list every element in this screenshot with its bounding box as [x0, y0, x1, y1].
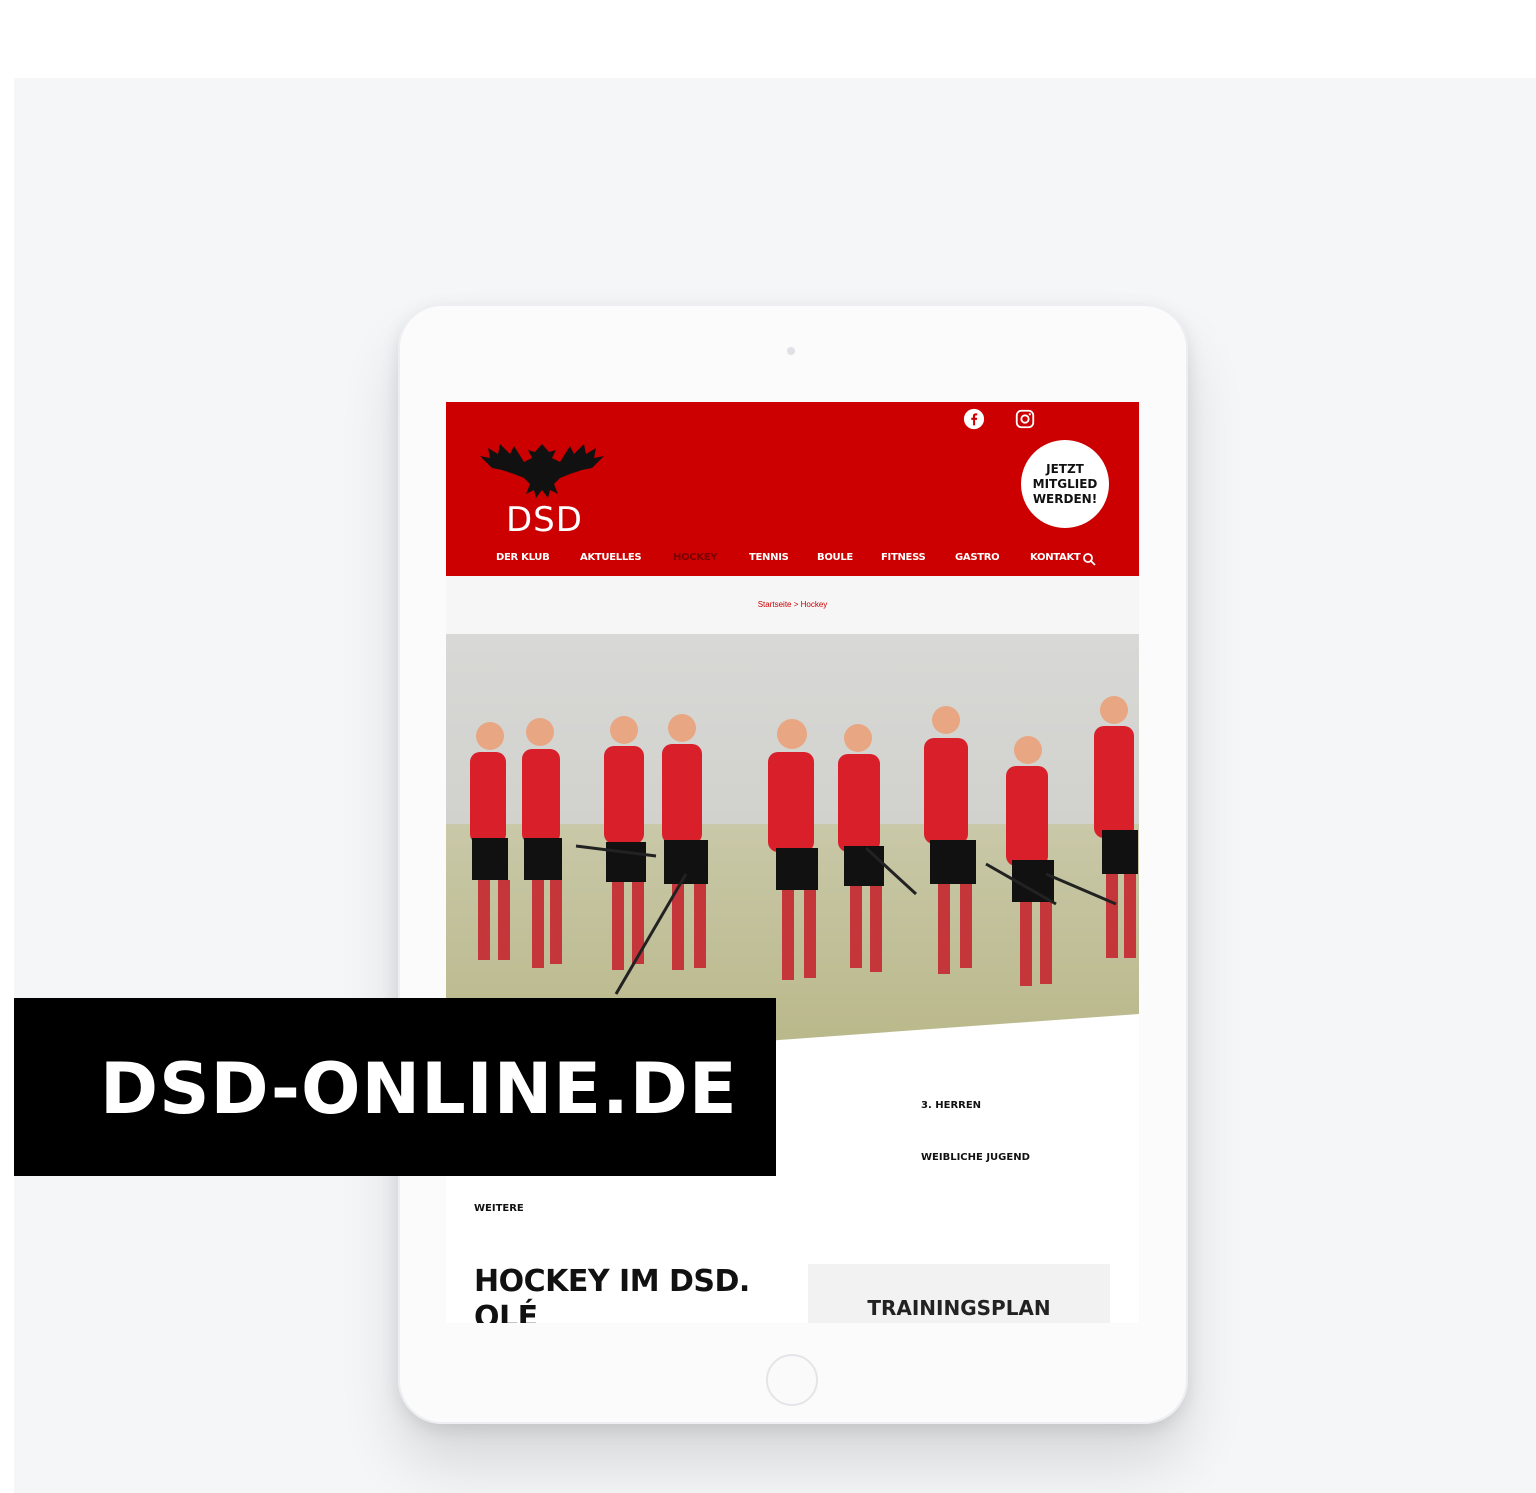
tablet-screen: DSD JETZT MITGLIED WERDEN! DER KLUB AKTU… — [446, 402, 1139, 1323]
main-nav: DER KLUB AKTUELLES HOCKEY TENNIS BOULE F… — [446, 552, 1139, 572]
team-link-weitere[interactable]: WEITERE — [474, 1203, 524, 1214]
facebook-icon[interactable] — [963, 408, 985, 430]
training-plan-title: TRAININGSPLAN — [867, 1296, 1051, 1320]
training-plan-card[interactable]: TRAININGSPLAN — [808, 1264, 1110, 1323]
logo-text: DSD — [506, 500, 583, 540]
section-heading: HOCKEY IM DSD. OLÉ — [474, 1264, 750, 1323]
home-button — [766, 1354, 818, 1406]
camera-dot — [787, 347, 795, 355]
nav-item-fitness[interactable]: FITNESS — [881, 552, 926, 563]
domain-text: DSD-ONLINE.DE — [100, 1048, 738, 1130]
become-member-label: JETZT MITGLIED WERDEN! — [1032, 461, 1098, 506]
tablet-frame: DSD JETZT MITGLIED WERDEN! DER KLUB AKTU… — [398, 304, 1188, 1424]
site-header: DSD JETZT MITGLIED WERDEN! DER KLUB AKTU… — [446, 402, 1139, 576]
nav-item-tennis[interactable]: TENNIS — [749, 552, 789, 563]
nav-item-hockey[interactable]: HOCKEY — [673, 552, 718, 563]
nav-item-kontakt[interactable]: KONTAKT — [1030, 552, 1081, 563]
become-member-button[interactable]: JETZT MITGLIED WERDEN! — [1021, 440, 1109, 528]
breadcrumb-bar: Startseite > Hockey — [446, 576, 1139, 634]
nav-item-aktuelles[interactable]: AKTUELLES — [580, 552, 642, 563]
team-link-weibliche-jugend[interactable]: WEIBLICHE JUGEND — [921, 1152, 1030, 1163]
nav-item-boule[interactable]: BOULE — [817, 552, 853, 563]
search-icon[interactable] — [1082, 552, 1096, 566]
domain-banner: DSD-ONLINE.DE — [14, 998, 776, 1176]
breadcrumb[interactable]: Startseite > Hockey — [446, 600, 1139, 609]
team-link-3-herren[interactable]: 3. HERREN — [921, 1100, 981, 1111]
nav-item-gastro[interactable]: GASTRO — [955, 552, 1000, 563]
nav-item-der-klub[interactable]: DER KLUB — [496, 552, 550, 563]
instagram-icon[interactable] — [1014, 408, 1036, 430]
